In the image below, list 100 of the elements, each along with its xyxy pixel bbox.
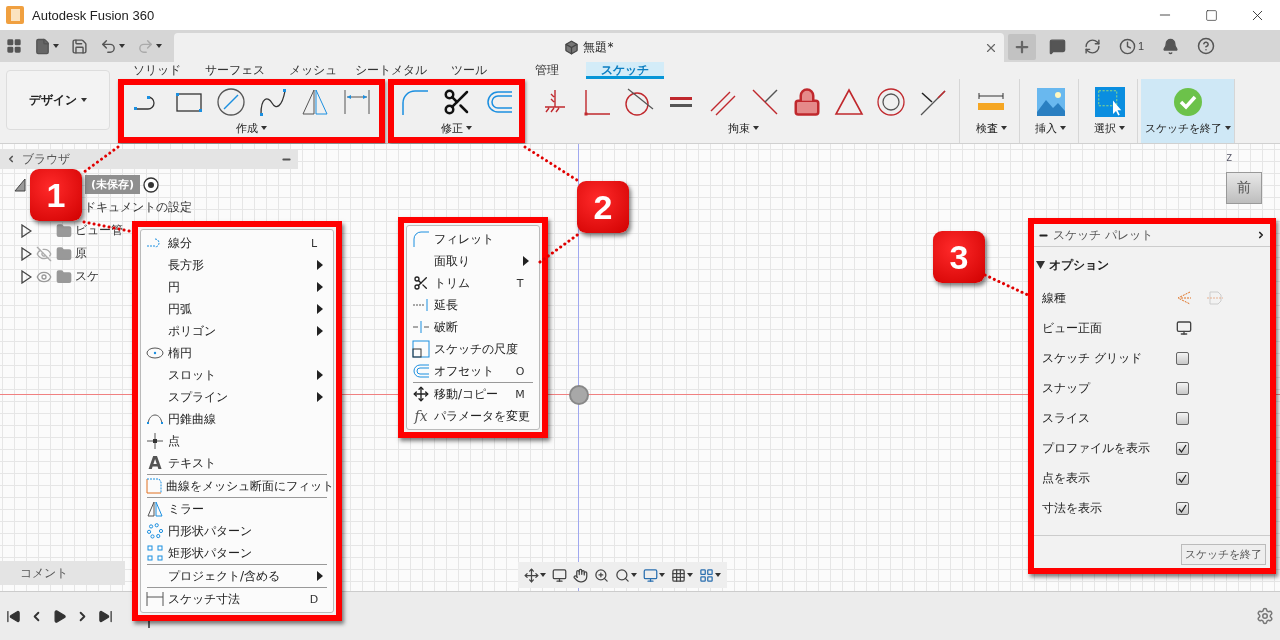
menu-item[interactable]: 破断 bbox=[411, 316, 535, 338]
group-menu-button[interactable]: 作成 bbox=[236, 120, 267, 136]
menu-item[interactable]: スケッチ寸法 D bbox=[145, 588, 329, 610]
group-menu-button[interactable]: スケッチを終了 bbox=[1144, 120, 1231, 136]
circle-tool-icon[interactable] bbox=[215, 86, 246, 117]
tree-item[interactable]: ドキュメントの設定 bbox=[84, 199, 192, 216]
apps-grid-icon[interactable] bbox=[6, 38, 22, 54]
menu-item[interactable]: 楕円 bbox=[145, 342, 329, 364]
view-cube[interactable]: 前 bbox=[1226, 172, 1262, 204]
image-icon[interactable] bbox=[1035, 86, 1066, 117]
ribbon-tab[interactable]: ソリッド bbox=[118, 62, 196, 79]
group-menu-button[interactable]: 拘束 bbox=[728, 120, 759, 136]
group-menu-button[interactable]: 挿入 bbox=[1035, 120, 1066, 136]
first-frame-button[interactable] bbox=[6, 608, 21, 624]
collapse-icon[interactable] bbox=[6, 154, 16, 164]
display-settings-button[interactable] bbox=[643, 567, 665, 583]
file-icon[interactable] bbox=[34, 37, 51, 55]
menu-item[interactable]: スケッチの尺度 bbox=[411, 338, 535, 360]
select-icon[interactable] bbox=[1094, 86, 1125, 117]
menu-item[interactable]: 円弧 bbox=[145, 298, 329, 320]
viewports-button[interactable] bbox=[699, 567, 721, 583]
save-icon[interactable] bbox=[71, 37, 88, 55]
new-tab-button[interactable] bbox=[1007, 34, 1036, 60]
ribbon-tab[interactable]: スケッチ bbox=[586, 62, 664, 79]
last-frame-button[interactable] bbox=[98, 608, 113, 624]
help-icon[interactable] bbox=[1197, 37, 1215, 55]
menu-item[interactable]: 線分 L bbox=[145, 232, 329, 254]
fit-button[interactable] bbox=[615, 567, 637, 583]
orbit-button[interactable] bbox=[524, 567, 546, 583]
checkbox[interactable] bbox=[1176, 351, 1189, 365]
job-status-button[interactable]: 1 bbox=[1109, 30, 1153, 62]
menu-item[interactable]: 矩形状パターン bbox=[145, 542, 329, 564]
checkbox[interactable] bbox=[1176, 411, 1189, 425]
menu-item[interactable]: 円錐曲線 bbox=[145, 408, 329, 430]
menu-item[interactable]: オフセット O bbox=[411, 360, 535, 382]
document-tab[interactable]: 無題* bbox=[174, 33, 1004, 62]
menu-item[interactable]: 面取り bbox=[411, 250, 535, 272]
tree-item[interactable]: ビュー管 bbox=[75, 222, 123, 239]
triangle-constraint-icon[interactable] bbox=[833, 86, 864, 117]
pan-button[interactable] bbox=[573, 567, 588, 583]
menu-item[interactable]: 曲線をメッシュ断面にフィット bbox=[145, 475, 329, 497]
concentric-constraint-icon[interactable] bbox=[875, 86, 906, 117]
finish-sketch-button[interactable]: スケッチを終了 bbox=[1181, 544, 1266, 565]
expand-arrow-icon[interactable] bbox=[20, 269, 32, 284]
tree-item[interactable]: スケ bbox=[75, 268, 99, 285]
expand-arrow-icon[interactable] bbox=[20, 246, 32, 261]
checkbox[interactable] bbox=[1176, 381, 1189, 395]
menu-item[interactable]: スプライン bbox=[145, 386, 329, 408]
look-at-button[interactable] bbox=[552, 567, 567, 583]
ribbon-tab[interactable]: シートメタル bbox=[352, 62, 430, 79]
checkbox[interactable] bbox=[1176, 501, 1189, 515]
ribbon-tab[interactable]: ツール bbox=[430, 62, 508, 79]
radio-target-icon[interactable] bbox=[143, 176, 160, 193]
menu-item[interactable]: スロット bbox=[145, 364, 329, 386]
group-menu-button[interactable]: 修正 bbox=[441, 120, 472, 136]
sync-icon[interactable] bbox=[1083, 37, 1101, 55]
checkbox[interactable] bbox=[1176, 471, 1189, 485]
checkbox[interactable] bbox=[1176, 441, 1189, 455]
cube-icon bbox=[564, 40, 580, 55]
expand-arrow-icon[interactable] bbox=[20, 223, 32, 238]
section-expanded-icon[interactable] bbox=[1036, 261, 1045, 269]
origin-point bbox=[569, 385, 589, 405]
workspace-button[interactable]: デザイン bbox=[6, 70, 110, 130]
maximize-icon[interactable] bbox=[1204, 8, 1218, 22]
dimension-icon bbox=[146, 590, 164, 608]
menu-item[interactable]: 円 bbox=[145, 276, 329, 298]
comments-label[interactable]: コメント bbox=[20, 564, 68, 582]
ribbon-tab[interactable]: メッシュ bbox=[274, 62, 352, 79]
menu-item[interactable]: A テキスト bbox=[145, 452, 329, 474]
collapse-arrow-icon[interactable] bbox=[14, 177, 26, 192]
menu-item[interactable]: 点 bbox=[145, 430, 329, 452]
menu-item[interactable]: 延長 bbox=[411, 294, 535, 316]
menu-item[interactable]: 移動/コピー M bbox=[411, 383, 535, 405]
undo-icon[interactable] bbox=[100, 37, 117, 55]
menu-item[interactable]: fx パラメータを変更 bbox=[411, 405, 535, 427]
grid-settings-button[interactable] bbox=[671, 567, 693, 583]
clock-icon[interactable] bbox=[1118, 37, 1136, 55]
menu-item[interactable]: フィレット bbox=[411, 228, 535, 250]
menu-item[interactable]: 円形状パターン bbox=[145, 520, 329, 542]
zoom-button[interactable] bbox=[594, 567, 609, 583]
menu-item[interactable]: プロジェクト/含める bbox=[145, 565, 329, 587]
comment-icon[interactable] bbox=[1048, 37, 1066, 55]
menu-item[interactable]: 長方形 bbox=[145, 254, 329, 276]
tangent-constraint-icon[interactable] bbox=[623, 86, 654, 117]
play-button[interactable] bbox=[52, 608, 67, 624]
group-menu-button[interactable]: 選択 bbox=[1094, 120, 1125, 136]
menu-item[interactable]: ミラー bbox=[145, 498, 329, 520]
tree-item[interactable]: 原 bbox=[75, 245, 87, 262]
settings-icon[interactable] bbox=[1256, 607, 1274, 625]
ribbon-tab[interactable]: 管理 bbox=[508, 62, 586, 79]
expand-icon[interactable] bbox=[1256, 230, 1266, 240]
menu-item[interactable]: トリム T bbox=[411, 272, 535, 294]
finish-check-icon[interactable] bbox=[1172, 86, 1203, 117]
bell-icon[interactable] bbox=[1162, 37, 1179, 55]
menu-item[interactable]: ポリゴン bbox=[145, 320, 329, 342]
ribbon-tab[interactable]: サーフェス bbox=[196, 62, 274, 79]
group-menu-button[interactable]: 検査 bbox=[975, 120, 1007, 136]
spline-tool-icon[interactable] bbox=[257, 86, 288, 117]
rectangular-pattern-icon bbox=[146, 544, 164, 562]
look-at-icon[interactable] bbox=[1176, 320, 1192, 336]
